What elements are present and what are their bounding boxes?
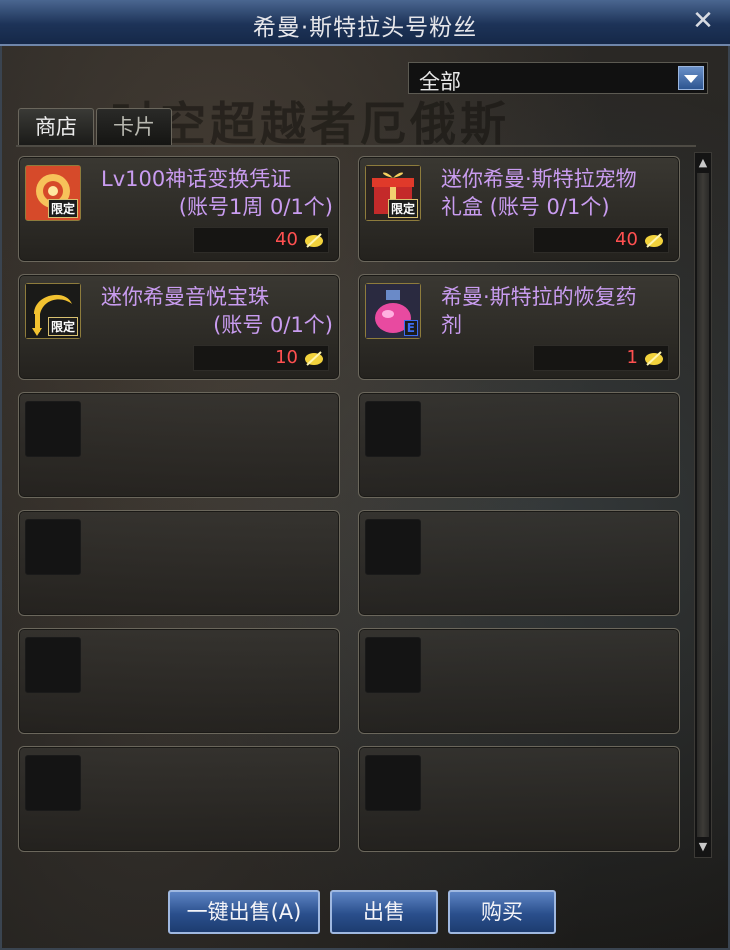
shop-window: 希曼·斯特拉头号粉丝 ✕ 时空超越者厄俄斯 全部 商店 卡片 限定 Lv100神… [0, 0, 730, 950]
price-box: 10 [193, 345, 329, 371]
window-title: 希曼·斯特拉头号粉丝 [252, 15, 478, 41]
item-price: 40 [275, 229, 298, 250]
item-name: 希曼·斯特拉的恢复药 剂 [441, 283, 673, 339]
shop-item-slot[interactable]: 限定 Lv100神话变换凭证 (账号1周 0/1个) 40 [18, 156, 340, 262]
empty-icon-frame [25, 519, 81, 575]
empty-item-slot [358, 628, 680, 734]
title-bar[interactable]: 希曼·斯特拉头号粉丝 ✕ [0, 0, 730, 46]
item-name: 迷你希曼·斯特拉宠物 礼盒 (账号 0/1个) [441, 165, 673, 221]
epic-grade-badge: E [403, 320, 418, 336]
empty-item-slot [358, 392, 680, 498]
empty-icon-frame [365, 755, 421, 811]
empty-item-slot [18, 628, 340, 734]
potion-icon: E [365, 283, 421, 339]
chevron-down-icon[interactable] [678, 66, 704, 90]
item-price: 40 [615, 229, 638, 250]
category-filter-dropdown[interactable]: 全部 [408, 62, 708, 94]
item-name-line1: 希曼·斯特拉的恢复药 [441, 285, 637, 309]
price-box: 40 [533, 227, 669, 253]
item-name-line2: 剂 [441, 313, 462, 337]
item-name-line1: 迷你希曼·斯特拉宠物 [441, 167, 637, 191]
scroll-down-icon[interactable]: ▼ [696, 839, 710, 855]
golden-ring-icon: 限定 [25, 165, 81, 221]
sell-button[interactable]: 出售 [330, 890, 438, 934]
limited-badge: 限定 [387, 199, 418, 218]
item-name-line2: (账号1周 0/1个) [178, 195, 333, 219]
item-name-line2: (账号 0/1个) [213, 313, 333, 337]
golden-orb-icon: 限定 [25, 283, 81, 339]
gift-box-icon: 限定 [365, 165, 421, 221]
vertical-scrollbar[interactable]: ▲ ▼ [694, 152, 712, 858]
coin-icon [645, 233, 663, 248]
item-name-line1: 迷你希曼音悦宝珠 [101, 285, 269, 309]
price-box: 1 [533, 345, 669, 371]
empty-item-slot [358, 510, 680, 616]
dropdown-selected-value: 全部 [419, 70, 461, 94]
empty-item-slot [18, 746, 340, 852]
item-name-line1: Lv100神话变换凭证 [101, 167, 292, 191]
item-name-line2: 礼盒 (账号 0/1个) [441, 195, 610, 219]
limited-badge: 限定 [47, 199, 78, 218]
tab-card[interactable]: 卡片 [96, 108, 172, 146]
sell-all-button[interactable]: 一键出售(A) [168, 890, 320, 934]
empty-icon-frame [365, 401, 421, 457]
tab-shop[interactable]: 商店 [18, 108, 94, 146]
tab-divider [16, 145, 696, 147]
price-box: 40 [193, 227, 329, 253]
shop-item-slot[interactable]: E 希曼·斯特拉的恢复药 剂 1 [358, 274, 680, 380]
scroll-thumb[interactable] [697, 173, 709, 837]
empty-icon-frame [25, 755, 81, 811]
item-name: Lv100神话变换凭证 (账号1周 0/1个) [101, 165, 333, 221]
empty-icon-frame [365, 637, 421, 693]
buy-button[interactable]: 购买 [448, 890, 556, 934]
empty-icon-frame [25, 401, 81, 457]
coin-icon [645, 351, 663, 366]
empty-item-slot [18, 510, 340, 616]
shop-item-slot[interactable]: 限定 迷你希曼音悦宝珠 (账号 0/1个) 10 [18, 274, 340, 380]
empty-icon-frame [25, 637, 81, 693]
coin-icon [305, 351, 323, 366]
scroll-up-icon[interactable]: ▲ [696, 155, 710, 171]
close-icon[interactable]: ✕ [688, 6, 718, 36]
limited-badge: 限定 [47, 317, 78, 336]
coin-icon [305, 233, 323, 248]
item-name: 迷你希曼音悦宝珠 (账号 0/1个) [101, 283, 333, 339]
empty-item-slot [18, 392, 340, 498]
empty-icon-frame [365, 519, 421, 575]
item-price: 10 [275, 347, 298, 368]
shop-item-slot[interactable]: 限定 迷你希曼·斯特拉宠物 礼盒 (账号 0/1个) 40 [358, 156, 680, 262]
item-price: 1 [626, 347, 638, 368]
empty-item-slot [358, 746, 680, 852]
